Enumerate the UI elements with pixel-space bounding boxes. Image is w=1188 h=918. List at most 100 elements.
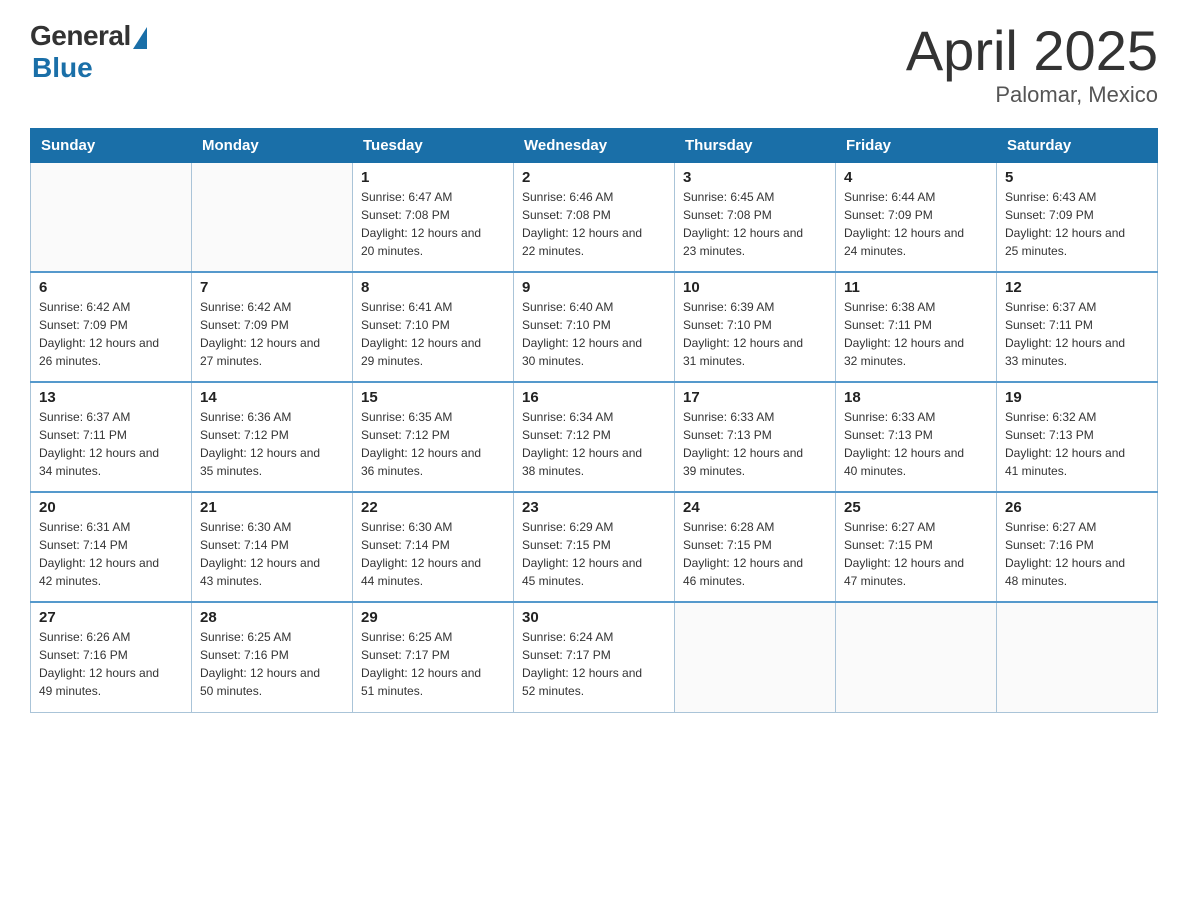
calendar-subtitle: Palomar, Mexico bbox=[906, 82, 1158, 108]
day-number: 22 bbox=[361, 499, 505, 516]
day-info: Sunrise: 6:27 AMSunset: 7:15 PMDaylight:… bbox=[844, 518, 988, 590]
day-number: 27 bbox=[39, 609, 183, 626]
day-number: 14 bbox=[200, 389, 344, 406]
day-info: Sunrise: 6:39 AMSunset: 7:10 PMDaylight:… bbox=[683, 298, 827, 370]
day-info: Sunrise: 6:41 AMSunset: 7:10 PMDaylight:… bbox=[361, 298, 505, 370]
week-row-5: 27 Sunrise: 6:26 AMSunset: 7:16 PMDayligh… bbox=[31, 602, 1158, 712]
cell-w5-d1: 27 Sunrise: 6:26 AMSunset: 7:16 PMDayligh… bbox=[31, 602, 192, 712]
day-info: Sunrise: 6:24 AMSunset: 7:17 PMDaylight:… bbox=[522, 628, 666, 700]
calendar-body: 1Sunrise: 6:47 AMSunset: 7:08 PMDaylight… bbox=[31, 162, 1158, 712]
day-number: 13 bbox=[39, 389, 183, 406]
cell-w4-d7: 26Sunrise: 6:27 AMSunset: 7:16 PMDayligh… bbox=[997, 492, 1158, 602]
cell-w2-d3: 8 Sunrise: 6:41 AMSunset: 7:10 PMDaylight… bbox=[353, 272, 514, 382]
header-wednesday: Wednesday bbox=[514, 128, 675, 162]
day-info: Sunrise: 6:35 AMSunset: 7:12 PMDaylight:… bbox=[361, 408, 505, 480]
day-number: 12 bbox=[1005, 279, 1149, 296]
day-number: 24 bbox=[683, 499, 827, 516]
day-info: Sunrise: 6:34 AMSunset: 7:12 PMDaylight:… bbox=[522, 408, 666, 480]
logo-bottom-row: Blue bbox=[30, 52, 93, 84]
day-number: 23 bbox=[522, 499, 666, 516]
day-info: Sunrise: 6:43 AMSunset: 7:09 PMDaylight:… bbox=[1005, 188, 1149, 260]
day-info: Sunrise: 6:33 AMSunset: 7:13 PMDaylight:… bbox=[844, 408, 988, 480]
day-number: 6 bbox=[39, 279, 183, 296]
day-number: 3 bbox=[683, 169, 827, 186]
day-info: Sunrise: 6:28 AMSunset: 7:15 PMDaylight:… bbox=[683, 518, 827, 590]
day-number: 9 bbox=[522, 279, 666, 296]
day-info: Sunrise: 6:38 AMSunset: 7:11 PMDaylight:… bbox=[844, 298, 988, 370]
day-info: Sunrise: 6:42 AMSunset: 7:09 PMDaylight:… bbox=[39, 298, 183, 370]
day-number: 10 bbox=[683, 279, 827, 296]
day-number: 17 bbox=[683, 389, 827, 406]
cell-w2-d5: 10 Sunrise: 6:39 AMSunset: 7:10 PMDayligh… bbox=[675, 272, 836, 382]
day-info: Sunrise: 6:26 AMSunset: 7:16 PMDaylight:… bbox=[39, 628, 183, 700]
header-saturday: Saturday bbox=[997, 128, 1158, 162]
cell-w4-d4: 23 Sunrise: 6:29 AMSunset: 7:15 PMDayligh… bbox=[514, 492, 675, 602]
cell-w3-d5: 17 Sunrise: 6:33 AMSunset: 7:13 PMDayligh… bbox=[675, 382, 836, 492]
header-tuesday: Tuesday bbox=[353, 128, 514, 162]
cell-w3-d1: 13 Sunrise: 6:37 AMSunset: 7:11 PMDayligh… bbox=[31, 382, 192, 492]
cell-w5-d7 bbox=[997, 602, 1158, 712]
cell-w3-d6: 18 Sunrise: 6:33 AMSunset: 7:13 PMDayligh… bbox=[836, 382, 997, 492]
day-info: Sunrise: 6:27 AMSunset: 7:16 PMDaylight:… bbox=[1005, 518, 1149, 590]
week-row-1: 1Sunrise: 6:47 AMSunset: 7:08 PMDaylight… bbox=[31, 162, 1158, 272]
header-monday: Monday bbox=[192, 128, 353, 162]
day-number: 19 bbox=[1005, 389, 1149, 406]
day-info: Sunrise: 6:37 AMSunset: 7:11 PMDaylight:… bbox=[1005, 298, 1149, 370]
day-info: Sunrise: 6:30 AMSunset: 7:14 PMDaylight:… bbox=[361, 518, 505, 590]
cell-w5-d2: 28Sunrise: 6:25 AMSunset: 7:16 PMDayligh… bbox=[192, 602, 353, 712]
logo-top: General bbox=[30, 20, 147, 52]
day-info: Sunrise: 6:32 AMSunset: 7:13 PMDaylight:… bbox=[1005, 408, 1149, 480]
header-sunday: Sunday bbox=[31, 128, 192, 162]
day-number: 25 bbox=[844, 499, 988, 516]
day-info: Sunrise: 6:25 AMSunset: 7:16 PMDaylight:… bbox=[200, 628, 344, 700]
page-header: General Blue April 2025 Palomar, Mexico bbox=[30, 20, 1158, 108]
day-number: 18 bbox=[844, 389, 988, 406]
day-info: Sunrise: 6:45 AMSunset: 7:08 PMDaylight:… bbox=[683, 188, 827, 260]
day-number: 21 bbox=[200, 499, 344, 516]
day-info: Sunrise: 6:30 AMSunset: 7:14 PMDaylight:… bbox=[200, 518, 344, 590]
week-row-3: 13 Sunrise: 6:37 AMSunset: 7:11 PMDayligh… bbox=[31, 382, 1158, 492]
cell-w3-d3: 15 Sunrise: 6:35 AMSunset: 7:12 PMDayligh… bbox=[353, 382, 514, 492]
cell-w3-d4: 16Sunrise: 6:34 AMSunset: 7:12 PMDayligh… bbox=[514, 382, 675, 492]
cell-w1-d4: 2Sunrise: 6:46 AMSunset: 7:08 PMDaylight… bbox=[514, 162, 675, 272]
day-info: Sunrise: 6:40 AMSunset: 7:10 PMDaylight:… bbox=[522, 298, 666, 370]
cell-w2-d6: 11 Sunrise: 6:38 AMSunset: 7:11 PMDayligh… bbox=[836, 272, 997, 382]
cell-w4-d6: 25 Sunrise: 6:27 AMSunset: 7:15 PMDayligh… bbox=[836, 492, 997, 602]
day-number: 30 bbox=[522, 609, 666, 626]
logo-blue-text: Blue bbox=[32, 52, 93, 84]
cell-w2-d4: 9 Sunrise: 6:40 AMSunset: 7:10 PMDaylight… bbox=[514, 272, 675, 382]
cell-w5-d4: 30 Sunrise: 6:24 AMSunset: 7:17 PMDayligh… bbox=[514, 602, 675, 712]
day-info: Sunrise: 6:46 AMSunset: 7:08 PMDaylight:… bbox=[522, 188, 666, 260]
calendar-header: Sunday Monday Tuesday Wednesday Thursday… bbox=[31, 128, 1158, 162]
cell-w1-d6: 4Sunrise: 6:44 AMSunset: 7:09 PMDaylight… bbox=[836, 162, 997, 272]
cell-w4-d5: 24 Sunrise: 6:28 AMSunset: 7:15 PMDayligh… bbox=[675, 492, 836, 602]
day-info: Sunrise: 6:44 AMSunset: 7:09 PMDaylight:… bbox=[844, 188, 988, 260]
day-number: 15 bbox=[361, 389, 505, 406]
cell-w1-d3: 1Sunrise: 6:47 AMSunset: 7:08 PMDaylight… bbox=[353, 162, 514, 272]
cell-w3-d7: 19 Sunrise: 6:32 AMSunset: 7:13 PMDayligh… bbox=[997, 382, 1158, 492]
logo-general-text: General bbox=[30, 20, 131, 52]
cell-w1-d5: 3 Sunrise: 6:45 AMSunset: 7:08 PMDaylight… bbox=[675, 162, 836, 272]
day-number: 7 bbox=[200, 279, 344, 296]
calendar-table: Sunday Monday Tuesday Wednesday Thursday… bbox=[30, 128, 1158, 713]
header-row: Sunday Monday Tuesday Wednesday Thursday… bbox=[31, 128, 1158, 162]
day-number: 5 bbox=[1005, 169, 1149, 186]
header-friday: Friday bbox=[836, 128, 997, 162]
cell-w4-d2: 21 Sunrise: 6:30 AMSunset: 7:14 PMDayligh… bbox=[192, 492, 353, 602]
cell-w1-d2 bbox=[192, 162, 353, 272]
day-info: Sunrise: 6:37 AMSunset: 7:11 PMDaylight:… bbox=[39, 408, 183, 480]
day-info: Sunrise: 6:33 AMSunset: 7:13 PMDaylight:… bbox=[683, 408, 827, 480]
day-info: Sunrise: 6:31 AMSunset: 7:14 PMDaylight:… bbox=[39, 518, 183, 590]
calendar-title: April 2025 bbox=[906, 20, 1158, 82]
cell-w1-d7: 5 Sunrise: 6:43 AMSunset: 7:09 PMDaylight… bbox=[997, 162, 1158, 272]
day-number: 1 bbox=[361, 169, 505, 186]
cell-w1-d1 bbox=[31, 162, 192, 272]
cell-w2-d2: 7 Sunrise: 6:42 AMSunset: 7:09 PMDaylight… bbox=[192, 272, 353, 382]
cell-w5-d3: 29Sunrise: 6:25 AMSunset: 7:17 PMDayligh… bbox=[353, 602, 514, 712]
day-number: 11 bbox=[844, 279, 988, 296]
cell-w5-d5 bbox=[675, 602, 836, 712]
day-info: Sunrise: 6:42 AMSunset: 7:09 PMDaylight:… bbox=[200, 298, 344, 370]
cell-w2-d7: 12 Sunrise: 6:37 AMSunset: 7:11 PMDayligh… bbox=[997, 272, 1158, 382]
day-number: 8 bbox=[361, 279, 505, 296]
day-info: Sunrise: 6:29 AMSunset: 7:15 PMDaylight:… bbox=[522, 518, 666, 590]
